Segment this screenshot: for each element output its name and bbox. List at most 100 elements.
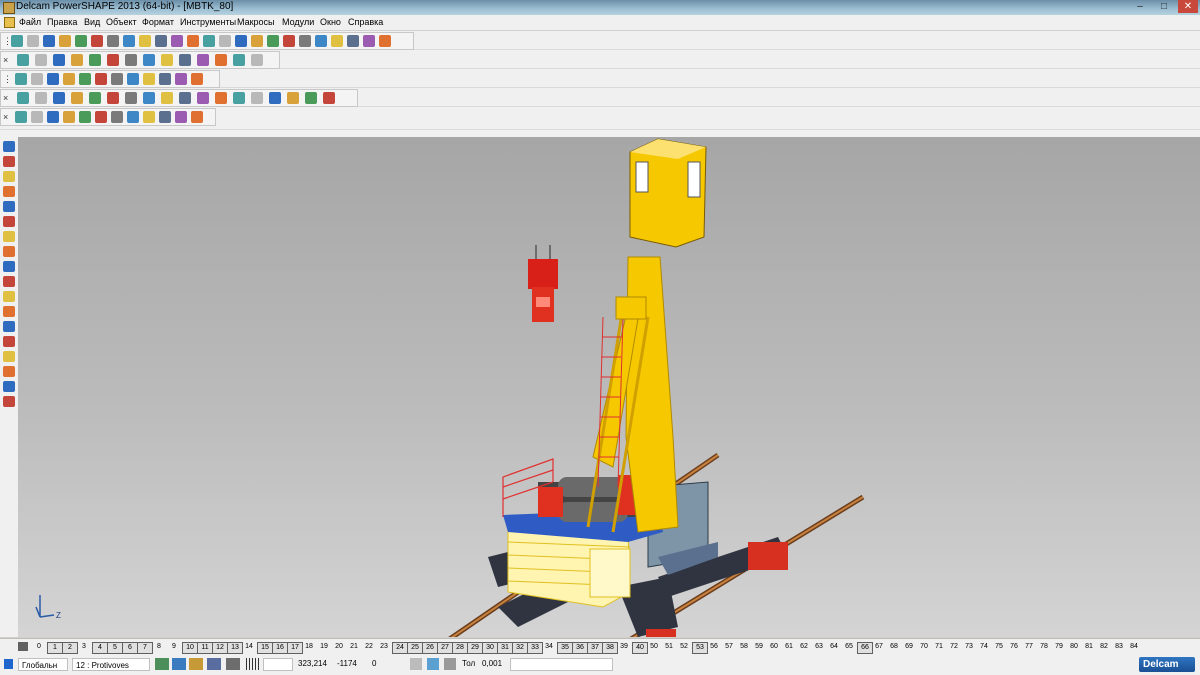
- curve-icon[interactable]: [299, 35, 311, 47]
- boolean-icon[interactable]: [3, 366, 15, 377]
- level-1[interactable]: 1: [47, 642, 63, 654]
- level-14[interactable]: 14: [242, 642, 256, 652]
- merge-icon[interactable]: [175, 111, 187, 123]
- menu-help[interactable]: Справка: [348, 17, 383, 27]
- snap3-icon[interactable]: [189, 658, 203, 670]
- print-icon[interactable]: [91, 35, 103, 47]
- level-83[interactable]: 83: [1112, 642, 1126, 652]
- zoom-fit-icon[interactable]: [143, 54, 155, 66]
- menu-file[interactable]: Файл: [19, 17, 41, 27]
- level-27[interactable]: 27: [437, 642, 453, 654]
- level-50[interactable]: 50: [647, 642, 661, 652]
- open-icon[interactable]: [27, 35, 39, 47]
- grid-icon[interactable]: [159, 73, 171, 85]
- level-25[interactable]: 25: [407, 642, 423, 654]
- menu-window[interactable]: Окно: [320, 17, 341, 27]
- revolve-icon[interactable]: [3, 276, 15, 287]
- level-52[interactable]: 52: [677, 642, 691, 652]
- level-65[interactable]: 65: [842, 642, 856, 652]
- menu-modules[interactable]: Модули: [282, 17, 314, 27]
- snap-icon[interactable]: [155, 658, 169, 670]
- level-16[interactable]: 16: [272, 642, 288, 654]
- rotate-icon[interactable]: [107, 54, 119, 66]
- level-64[interactable]: 64: [827, 642, 841, 652]
- level-10[interactable]: 10: [182, 642, 198, 654]
- render-icon[interactable]: [215, 54, 227, 66]
- shell-icon[interactable]: [3, 351, 15, 362]
- view-plane-icon[interactable]: [17, 92, 29, 104]
- view-shade-icon[interactable]: [53, 92, 65, 104]
- move-obj-icon[interactable]: [3, 186, 15, 197]
- line-icon[interactable]: [267, 35, 279, 47]
- layer-icon[interactable]: [15, 73, 27, 85]
- view-wire-icon[interactable]: [89, 92, 101, 104]
- circle-icon[interactable]: [283, 35, 295, 47]
- level-68[interactable]: 68: [887, 642, 901, 652]
- level-7[interactable]: 7: [137, 642, 153, 654]
- level-39[interactable]: 39: [617, 642, 631, 652]
- level-select[interactable]: 12 : Protivoves: [72, 658, 150, 671]
- redo-icon[interactable]: [155, 35, 167, 47]
- level-76[interactable]: 76: [1007, 642, 1021, 652]
- sphere-icon[interactable]: [79, 73, 91, 85]
- level-24[interactable]: 24: [392, 642, 408, 654]
- save-icon[interactable]: [43, 35, 55, 47]
- view-shade2-icon[interactable]: [71, 92, 83, 104]
- level-33[interactable]: 33: [527, 642, 543, 654]
- graphics-viewport[interactable]: Z: [18, 137, 1200, 637]
- select-icon[interactable]: [175, 73, 187, 85]
- toolbar-close-icon[interactable]: ×: [3, 112, 8, 122]
- surface-icon[interactable]: [331, 35, 343, 47]
- view-cap3-icon[interactable]: [287, 92, 299, 104]
- level-32[interactable]: 32: [512, 642, 528, 654]
- minimize-button[interactable]: –: [1130, 0, 1150, 13]
- tree-icon[interactable]: [159, 111, 171, 123]
- level-29[interactable]: 29: [467, 642, 483, 654]
- save-as-icon[interactable]: [59, 35, 71, 47]
- box-icon[interactable]: [127, 73, 139, 85]
- cut-icon[interactable]: [107, 35, 119, 47]
- level-37[interactable]: 37: [587, 642, 603, 654]
- materials-icon[interactable]: [47, 73, 59, 85]
- level-0[interactable]: 0: [32, 642, 46, 652]
- cube-icon[interactable]: [143, 73, 155, 85]
- level-77[interactable]: 77: [1022, 642, 1036, 652]
- level-60[interactable]: 60: [767, 642, 781, 652]
- view-iso-icon[interactable]: [71, 54, 83, 66]
- menu-edit[interactable]: Правка: [47, 17, 77, 27]
- mirror-obj-icon[interactable]: [3, 216, 15, 227]
- multi-select-icon[interactable]: [3, 156, 15, 167]
- view-top-icon[interactable]: [35, 54, 47, 66]
- level-58[interactable]: 58: [737, 642, 751, 652]
- menu-tools[interactable]: Инструменты: [180, 17, 236, 27]
- toolbar-close-icon[interactable]: ×: [3, 93, 8, 103]
- level-40[interactable]: 40: [632, 642, 648, 654]
- distance-icon[interactable]: [251, 35, 263, 47]
- level-73[interactable]: 73: [962, 642, 976, 652]
- cone-icon[interactable]: [95, 73, 107, 85]
- grid2-icon[interactable]: [143, 111, 155, 123]
- menu-format[interactable]: Формат: [142, 17, 174, 27]
- fillet-icon[interactable]: [3, 321, 15, 332]
- copy-icon[interactable]: [123, 35, 135, 47]
- select-arrow-icon[interactable]: [3, 141, 15, 152]
- menu-object[interactable]: Объект: [106, 17, 137, 27]
- level-20[interactable]: 20: [332, 642, 346, 652]
- feature-icon[interactable]: [3, 396, 15, 407]
- level-12[interactable]: 12: [212, 642, 228, 654]
- level-61[interactable]: 61: [782, 642, 796, 652]
- delete-icon[interactable]: [171, 35, 183, 47]
- solid-icon[interactable]: [347, 35, 359, 47]
- level-30[interactable]: 30: [482, 642, 498, 654]
- shade-icon[interactable]: [197, 54, 209, 66]
- level-63[interactable]: 63: [812, 642, 826, 652]
- level-21[interactable]: 21: [347, 642, 361, 652]
- level-78[interactable]: 78: [1037, 642, 1051, 652]
- cube-blue-icon[interactable]: [47, 111, 59, 123]
- level-28[interactable]: 28: [452, 642, 468, 654]
- distance-icon[interactable]: [427, 658, 439, 670]
- view-section-icon[interactable]: [305, 92, 317, 104]
- snap2-icon[interactable]: [172, 658, 186, 670]
- level-31[interactable]: 31: [497, 642, 513, 654]
- snap4-icon[interactable]: [207, 658, 221, 670]
